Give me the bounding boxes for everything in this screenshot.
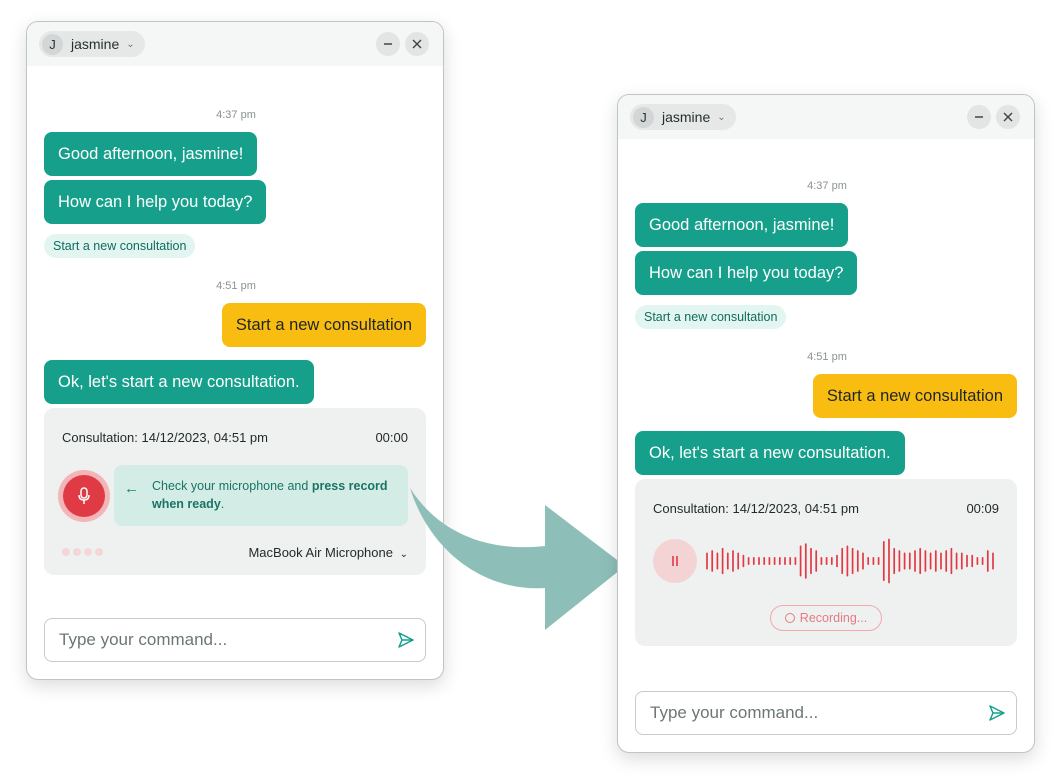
hint-text: Check your microphone and press record w… (152, 479, 388, 511)
recording-status: Recording... (770, 605, 882, 631)
record-indicator-icon (784, 613, 795, 623)
minus-icon (975, 116, 983, 118)
command-box (44, 618, 426, 662)
bot-message: Good afternoon, jasmine! (44, 132, 258, 176)
pause-icon (672, 556, 678, 566)
timestamp: 4:37 pm (807, 180, 847, 192)
command-input[interactable] (57, 619, 377, 661)
transition-arrow (410, 488, 625, 630)
user-message: Start a new consultation (221, 303, 426, 347)
timestamp: 4:51 pm (807, 351, 847, 363)
audio-level-indicator (62, 548, 103, 556)
bot-message: Ok, let's start a new consultation. (635, 431, 905, 475)
microphone-icon (78, 487, 90, 504)
consultation-title: Consultation: 14/12/2023, 04:51 pm (62, 430, 268, 445)
command-input[interactable] (648, 692, 968, 734)
minus-icon (384, 43, 392, 45)
bot-message: How can I help you today? (44, 180, 267, 224)
suggestion-chip[interactable]: Start a new consultation (635, 305, 787, 329)
user-message: Start a new consultation (812, 374, 1017, 418)
timestamp: 4:51 pm (216, 280, 256, 292)
title-bar: J jasmine ⌄ (27, 22, 443, 66)
record-button[interactable] (58, 470, 110, 522)
pause-button[interactable] (653, 539, 697, 583)
avatar: J (633, 106, 654, 128)
chevron-down-icon: ⌄ (717, 111, 726, 123)
bot-message: Ok, let's start a new consultation. (44, 360, 314, 404)
chat-window-before: J jasmine ⌄ 4:37 pm Good afternoon, jasm… (26, 21, 444, 680)
chat-window-after: J jasmine ⌄ 4:37 pm Good afternoon, jasm… (617, 94, 1035, 753)
microphone-hint: ← Check your microphone and press record… (114, 465, 408, 526)
user-menu[interactable]: J jasmine ⌄ (630, 104, 736, 130)
close-icon (412, 39, 422, 49)
bot-message: How can I help you today? (635, 251, 858, 295)
close-icon (1003, 112, 1013, 122)
consultation-timer: 00:00 (375, 430, 408, 445)
command-box (635, 691, 1017, 735)
user-name: jasmine (71, 36, 120, 52)
minimize-button[interactable] (376, 32, 400, 56)
consultation-title: Consultation: 14/12/2023, 04:51 pm (653, 501, 859, 516)
user-menu[interactable]: J jasmine ⌄ (39, 31, 145, 57)
close-button[interactable] (996, 105, 1020, 129)
bot-message: Good afternoon, jasmine! (635, 203, 849, 247)
consultation-timer: 00:09 (966, 501, 999, 516)
title-bar: J jasmine ⌄ (618, 95, 1034, 139)
audio-waveform (706, 538, 994, 584)
minimize-button[interactable] (967, 105, 991, 129)
chevron-down-icon: ⌄ (126, 38, 135, 50)
close-button[interactable] (405, 32, 429, 56)
suggestion-chip[interactable]: Start a new consultation (44, 234, 196, 258)
avatar: J (42, 33, 63, 55)
consultation-card: Consultation: 14/12/2023, 04:51 pm 00:00… (44, 408, 426, 575)
timestamp: 4:37 pm (216, 109, 256, 121)
consultation-card: Consultation: 14/12/2023, 04:51 pm 00:09… (635, 479, 1017, 646)
microphone-select[interactable]: MacBook Air Microphone ⌄ (248, 545, 408, 560)
arrow-left-icon: ← (124, 480, 139, 497)
send-icon[interactable] (988, 704, 1006, 722)
user-name: jasmine (662, 109, 711, 125)
